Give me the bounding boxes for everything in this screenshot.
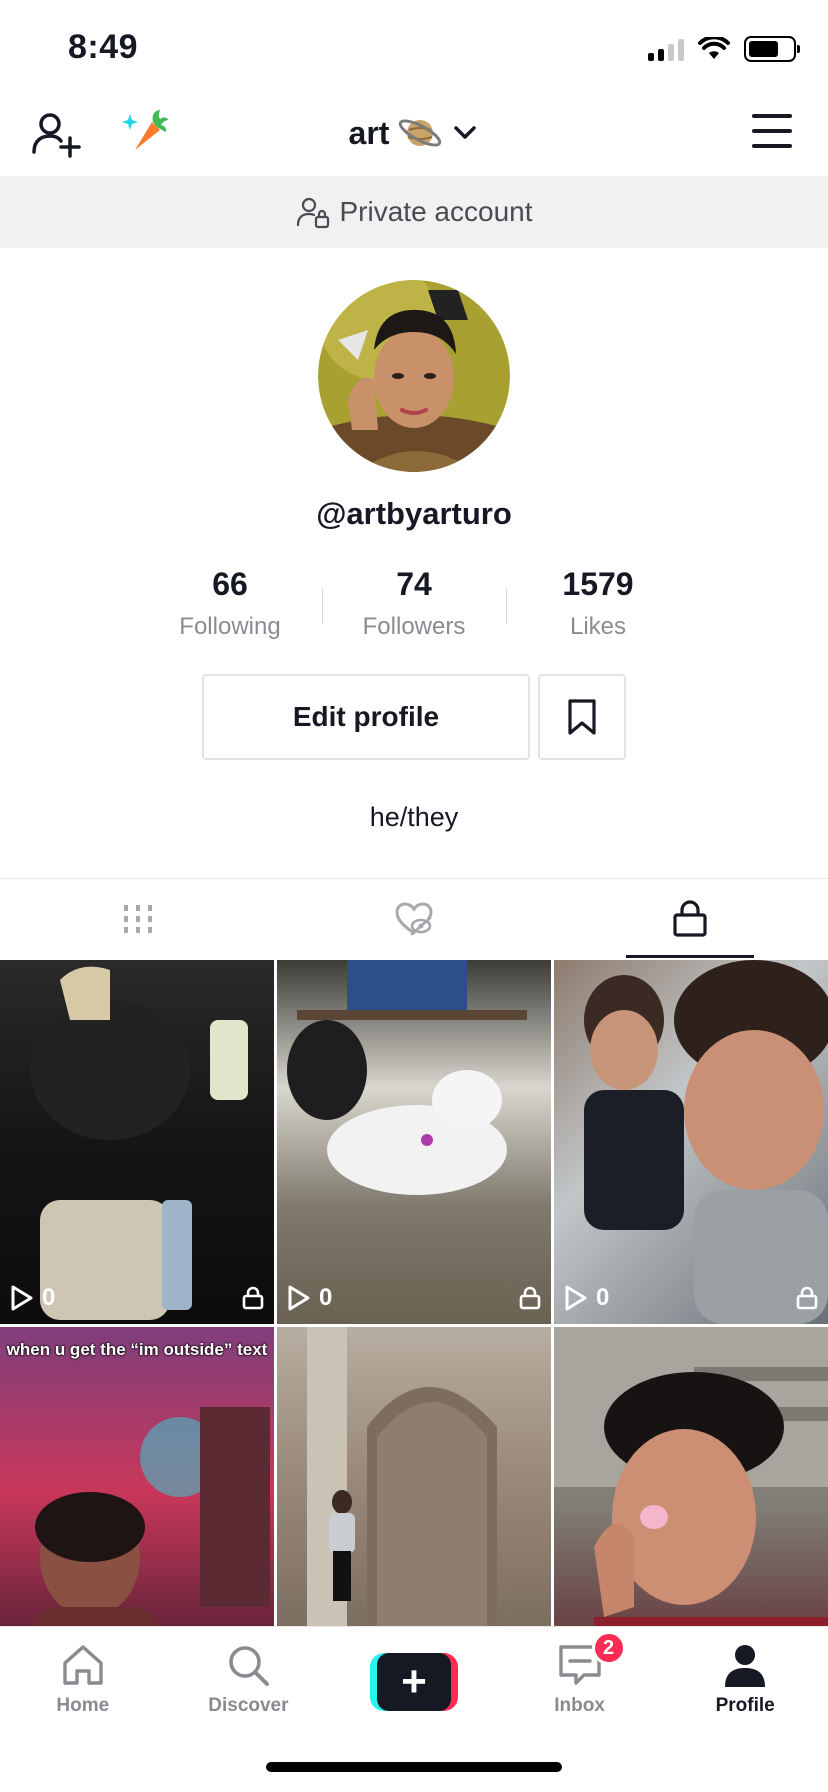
home-icon: [63, 1645, 103, 1685]
tab-videos[interactable]: [0, 879, 276, 958]
nav-inbox-label: Inbox: [554, 1695, 605, 1716]
video-grid: 0 0 0 when u get the “im outside” text: [0, 960, 828, 1691]
lock-icon: [519, 1286, 541, 1310]
play-icon: [565, 1285, 587, 1311]
view-count: 0: [319, 1284, 333, 1311]
profile-header: art: [0, 96, 828, 176]
stat-value: 1579: [562, 566, 634, 602]
search-icon: [229, 1646, 270, 1686]
bookmark-icon: [568, 699, 596, 735]
stat-following[interactable]: 66 Following: [138, 566, 322, 641]
nav-profile-label: Profile: [715, 1695, 775, 1716]
tab-liked[interactable]: [276, 879, 552, 958]
video-thumbnail: [584, 960, 828, 1324]
account-switcher[interactable]: art: [0, 110, 828, 156]
video-thumbnail: [30, 966, 248, 1320]
profile-icon: [725, 1645, 766, 1687]
video-tile[interactable]: 0: [554, 960, 828, 1324]
nav-discover[interactable]: Discover: [166, 1627, 332, 1737]
stat-value: 74: [396, 566, 432, 602]
create-button[interactable]: +: [369, 1653, 458, 1711]
inbox-badge: 2: [591, 1631, 626, 1665]
status-bar: 8:49: [0, 0, 828, 96]
nav-home-label: Home: [56, 1695, 110, 1716]
lock-icon: [242, 1286, 264, 1310]
video-tile[interactable]: 0: [0, 960, 274, 1324]
nav-inbox[interactable]: 2 Inbox: [497, 1627, 663, 1737]
profile-stats: 66 Following 74 Followers 1579 Likes: [0, 566, 828, 641]
profile-tabs: [0, 878, 828, 958]
tab-private[interactable]: [552, 879, 828, 958]
chevron-down-icon: [454, 126, 477, 139]
stat-label: Likes: [569, 613, 627, 640]
tile-overlay: 0: [10, 1284, 264, 1312]
nav-discover-label: Discover: [208, 1695, 289, 1716]
video-caption: when u get the “im outside” text: [6, 1340, 268, 1359]
bottom-nav: Home Discover + 2 Inbox Profile: [0, 1626, 828, 1792]
private-user-lock-icon: [296, 197, 329, 229]
video-tile[interactable]: 0: [277, 960, 551, 1324]
private-account-label: Private account: [339, 196, 533, 227]
home-indicator[interactable]: [266, 1762, 562, 1772]
menu-icon[interactable]: [752, 114, 792, 148]
stat-followers[interactable]: 74 Followers: [322, 566, 506, 641]
lock-icon: [796, 1286, 818, 1310]
private-account-banner: Private account: [0, 176, 828, 248]
stat-label: Followers: [362, 613, 466, 640]
view-count: 0: [596, 1284, 610, 1311]
video-thumbnail: [287, 960, 527, 1195]
play-count: 0: [287, 1284, 332, 1312]
battery-icon: [744, 36, 800, 62]
inbox-icon-wrap: 2: [556, 1631, 626, 1689]
play-icon: [11, 1285, 33, 1311]
stat-label: Following: [179, 613, 281, 640]
stat-value: 66: [212, 566, 248, 602]
status-time: 8:49: [68, 28, 139, 66]
grid-icon: [124, 904, 152, 933]
heart-hidden-icon: [395, 901, 433, 935]
play-count: 0: [10, 1284, 55, 1312]
avatar[interactable]: [318, 280, 510, 472]
view-count: 0: [42, 1284, 56, 1311]
favorites-button[interactable]: [538, 674, 626, 760]
cellular-signal-icon: [648, 37, 684, 61]
play-count: 0: [564, 1284, 609, 1312]
edit-profile-button[interactable]: Edit profile: [202, 674, 530, 760]
ringed-planet-icon: [399, 119, 442, 147]
plus-icon: +: [376, 1653, 451, 1711]
header-title: art: [348, 114, 390, 151]
avatar-image: [318, 280, 510, 472]
lock-icon: [673, 899, 707, 937]
bio: he/they: [369, 802, 459, 832]
stat-likes[interactable]: 1579 Likes: [506, 566, 690, 641]
play-icon: [288, 1285, 310, 1311]
nav-home[interactable]: Home: [0, 1627, 166, 1737]
tile-overlay: 0: [564, 1284, 818, 1312]
nav-create[interactable]: +: [331, 1627, 497, 1737]
nav-profile[interactable]: Profile: [662, 1627, 828, 1737]
status-icons: [648, 36, 800, 62]
username: @artbyarturo: [316, 496, 512, 531]
wifi-icon: [698, 37, 730, 59]
tile-overlay: 0: [287, 1284, 541, 1312]
